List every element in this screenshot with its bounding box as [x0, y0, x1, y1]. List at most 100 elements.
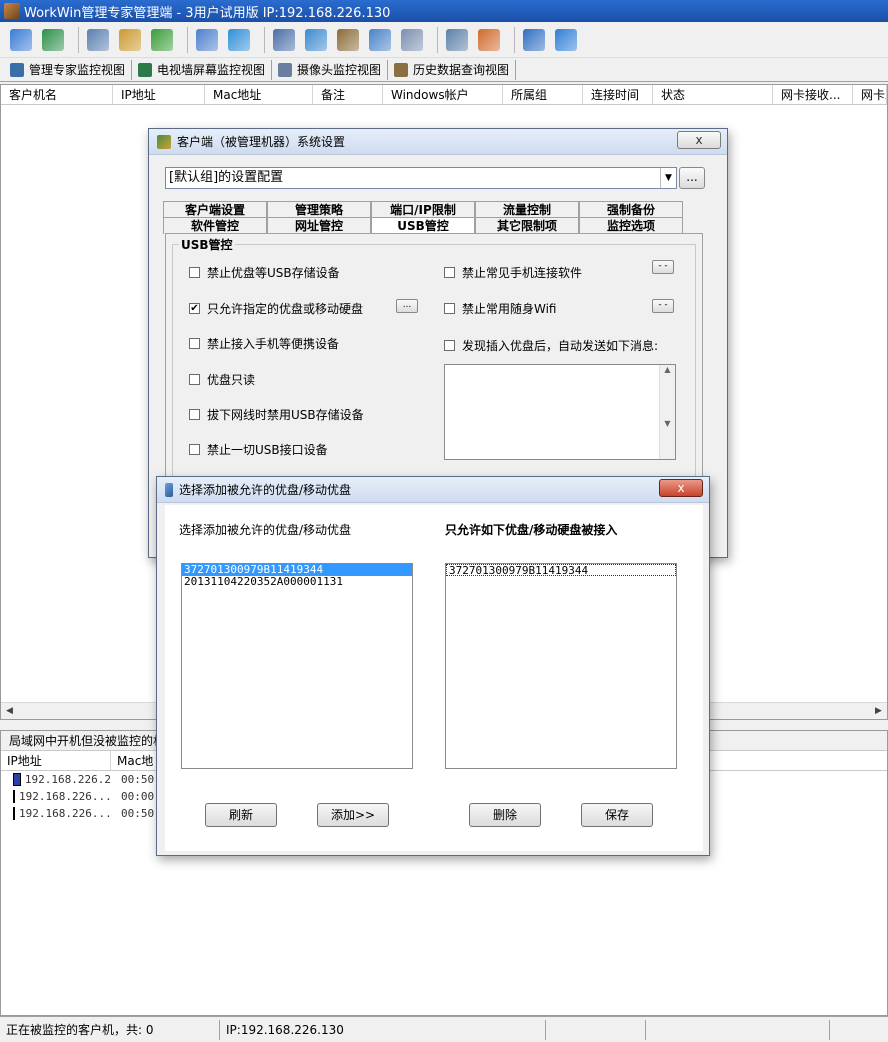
- save-button[interactable]: 保存: [581, 803, 653, 827]
- allowed-drives-list[interactable]: 372701300979B11419344: [445, 563, 677, 769]
- list-item[interactable]: 372701300979B11419344: [446, 564, 676, 577]
- usb-option-checkbox[interactable]: 禁止优盘等USB存储设备: [189, 264, 340, 281]
- settings-tab[interactable]: 端口/IP限制: [371, 201, 475, 218]
- ip-value: 192.168.226...: [19, 807, 112, 820]
- settings-tab[interactable]: 监控选项: [579, 217, 683, 234]
- search-document-button[interactable]: [335, 27, 361, 53]
- cart-icon: [523, 28, 545, 51]
- checkbox-icon[interactable]: [189, 409, 200, 420]
- checkbox-icon[interactable]: [444, 267, 455, 278]
- layers-button[interactable]: [8, 27, 34, 53]
- settings-tab[interactable]: 客户端设置: [163, 201, 267, 218]
- checkbox-icon[interactable]: [189, 444, 200, 455]
- usb-option-checkbox[interactable]: 禁止接入手机等便携设备: [189, 335, 339, 352]
- history-icon: [394, 62, 409, 77]
- cart-button[interactable]: [521, 27, 547, 53]
- column-header[interactable]: 网卡发: [853, 85, 887, 104]
- view-tab[interactable]: 历史数据查询视图: [388, 59, 517, 80]
- usb-option-checkbox[interactable]: 禁止一切USB接口设备: [189, 441, 328, 458]
- auto-message-textarea[interactable]: ▲ ▼: [444, 364, 676, 460]
- column-header[interactable]: 网卡接收...: [773, 85, 853, 104]
- usb-dialog-body: 选择添加被允许的优盘/移动优盘 只允许如下优盘/移动硬盘被接入 37270130…: [165, 505, 703, 851]
- checkbox-icon[interactable]: ✔: [189, 303, 200, 314]
- chevron-down-icon[interactable]: ▼: [660, 168, 676, 188]
- list-item[interactable]: 20131104220352A000001131: [182, 576, 412, 588]
- column-header[interactable]: 状态: [653, 85, 773, 104]
- globe-icon: [42, 28, 64, 51]
- view-tab[interactable]: 管理专家监控视图: [4, 59, 133, 80]
- settings-tab[interactable]: 管理策略: [267, 201, 371, 218]
- settings-tab[interactable]: 强制备份: [579, 201, 683, 218]
- windows-button[interactable]: [367, 27, 393, 53]
- toolbar-separator: [264, 26, 265, 53]
- computer-button[interactable]: [271, 27, 297, 53]
- config-more-button[interactable]: ...: [679, 167, 705, 189]
- camera-icon: [278, 62, 293, 77]
- column-header[interactable]: IP地址: [1, 751, 111, 770]
- option-label: 禁止常用随身Wifi: [462, 302, 557, 316]
- windows-icon: [369, 28, 391, 51]
- refresh-button[interactable]: 刷新: [205, 803, 277, 827]
- main-toolbar: [0, 22, 888, 58]
- checkbox-icon[interactable]: [189, 338, 200, 349]
- usb-dialog-title: 选择添加被允许的优盘/移动优盘: [179, 483, 352, 497]
- chart-button[interactable]: [194, 27, 220, 53]
- mail-button[interactable]: [117, 27, 143, 53]
- settings-tab[interactable]: 软件管控: [163, 217, 267, 234]
- column-header[interactable]: IP地址: [113, 85, 205, 104]
- checkbox-icon[interactable]: [189, 374, 200, 385]
- usb-device-list-button[interactable]: ...: [396, 299, 418, 313]
- delete-button[interactable]: 删除: [469, 803, 541, 827]
- vertical-scrollbar[interactable]: ▲ ▼: [659, 365, 675, 459]
- scroll-left-icon[interactable]: ◀: [1, 703, 18, 719]
- view-tab[interactable]: 摄像头监控视图: [272, 59, 389, 80]
- phone-software-options-button[interactable]: - -: [652, 260, 674, 274]
- usb-option-checkbox[interactable]: 发现插入优盘后，自动发送如下消息:: [444, 337, 658, 354]
- checkbox-icon[interactable]: [444, 303, 455, 314]
- monitor-settings-button[interactable]: [85, 27, 111, 53]
- column-header[interactable]: 客户机名: [1, 85, 113, 104]
- usb-option-checkbox[interactable]: 拔下网线时禁用USB存储设备: [189, 406, 364, 423]
- settings-app-icon: [157, 134, 171, 149]
- option-label: 只允许指定的优盘或移动硬盘: [207, 302, 364, 316]
- usb-dialog-close-button[interactable]: x: [659, 479, 703, 497]
- config-group-select[interactable]: [默认组]的设置配置 ▼: [165, 167, 677, 189]
- view-tab[interactable]: 电视墙屏幕监控视图: [132, 59, 273, 80]
- checkbox-icon[interactable]: [444, 340, 455, 351]
- option-label: 禁止常见手机连接软件: [462, 266, 583, 280]
- usb-option-checkbox[interactable]: 优盘只读: [189, 371, 255, 388]
- users-button[interactable]: [149, 27, 175, 53]
- usb-option-checkbox[interactable]: 禁止常用随身Wifi: [444, 300, 557, 317]
- ip-value: 192.168.226.2: [24, 773, 111, 786]
- status-bar: 正在被监控的客户机，共: 0 IP:192.168.226.130: [0, 1016, 888, 1042]
- column-header[interactable]: 连接时间: [583, 85, 653, 104]
- user-card-button[interactable]: [476, 27, 502, 53]
- disc-button[interactable]: [399, 27, 425, 53]
- usb-whitelist-dialog: 选择添加被允许的优盘/移动优盘 x 选择添加被允许的优盘/移动优盘 只允许如下优…: [156, 476, 710, 856]
- column-header[interactable]: Windows帐户: [383, 85, 503, 104]
- document-list-button[interactable]: [444, 27, 470, 53]
- scroll-right-icon[interactable]: ▶: [870, 703, 887, 719]
- settings-close-button[interactable]: x: [677, 131, 721, 149]
- column-header[interactable]: Mac地址: [205, 85, 313, 104]
- usb-option-checkbox[interactable]: 禁止常见手机连接软件: [444, 264, 582, 281]
- users-icon: [151, 28, 173, 51]
- settings-tab[interactable]: 网址管控: [267, 217, 371, 234]
- wifi-options-button[interactable]: - -: [652, 299, 674, 313]
- available-drives-list[interactable]: 372701300979B11419344 20131104220352A0000…: [181, 563, 413, 769]
- refresh-button[interactable]: [303, 27, 329, 53]
- info-button[interactable]: [226, 27, 252, 53]
- column-header[interactable]: 所属组: [503, 85, 583, 104]
- settings-tab[interactable]: 流量控制: [475, 201, 579, 218]
- chart-icon: [196, 28, 218, 51]
- settings-tab[interactable]: USB管控: [371, 217, 475, 234]
- column-header[interactable]: 备注: [313, 85, 383, 104]
- help-button[interactable]: [553, 27, 579, 53]
- checkbox-icon[interactable]: [189, 267, 200, 278]
- computer-icon: [13, 773, 21, 786]
- add-button[interactable]: 添加>>: [317, 803, 389, 827]
- usb-option-checkbox[interactable]: ✔ 只允许指定的优盘或移动硬盘: [189, 300, 363, 317]
- view-tab-label: 管理专家监控视图: [29, 63, 126, 77]
- globe-button[interactable]: [40, 27, 66, 53]
- settings-tab[interactable]: 其它限制项: [475, 217, 579, 234]
